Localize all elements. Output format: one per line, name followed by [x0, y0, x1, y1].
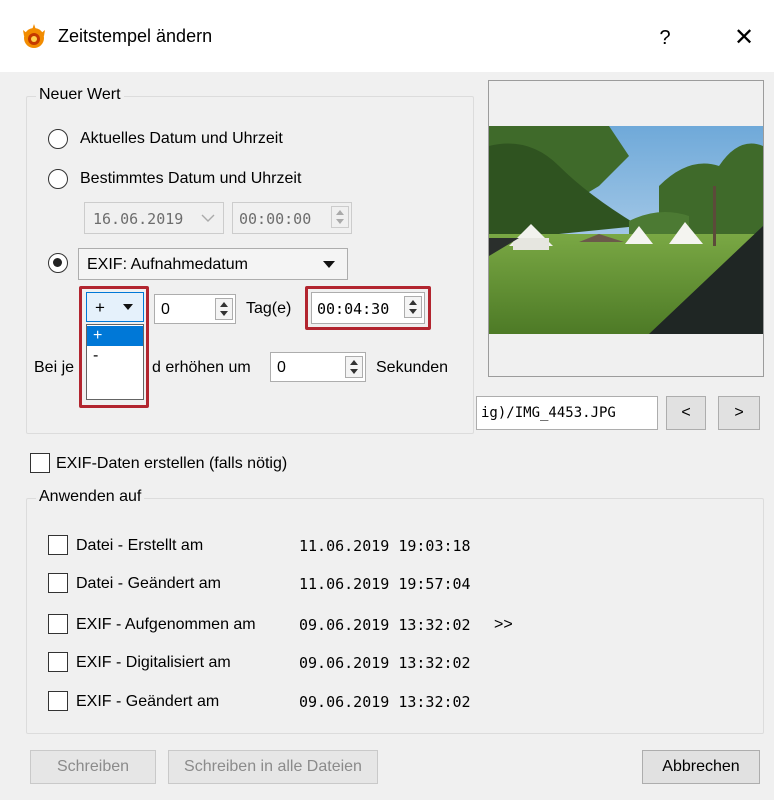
apply-exif-taken-copy-button[interactable]: >>: [494, 616, 513, 634]
cancel-button[interactable]: Abbrechen: [642, 750, 760, 784]
app-logo-icon: [23, 24, 45, 48]
sign-dropdown-list: + -: [86, 324, 144, 400]
next-image-button[interactable]: >: [718, 396, 760, 430]
close-button[interactable]: ✕: [722, 20, 766, 56]
image-preview-frame: [488, 80, 764, 377]
radio-specific-datetime-label: Bestimmtes Datum und Uhrzeit: [80, 170, 302, 187]
apply-exif-taken-label: EXIF - Aufgenommen am: [76, 616, 256, 633]
exif-source-combo[interactable]: EXIF: Aufnahmedatum: [78, 248, 348, 280]
exif-source-value: EXIF: Aufnahmedatum: [87, 256, 248, 273]
days-spinbox[interactable]: 0: [154, 294, 236, 324]
sign-combo[interactable]: +: [86, 292, 144, 322]
offset-time-value: 00:04:30: [317, 300, 390, 318]
specific-time-spin-buttons[interactable]: [331, 206, 349, 228]
sign-option-minus[interactable]: -: [87, 346, 143, 366]
filename-field[interactable]: ig)/IMG_4453.JPG: [476, 396, 658, 430]
window-title: Zeitstempel ändern: [58, 26, 213, 46]
radio-current-datetime[interactable]: [48, 129, 68, 149]
apply-exif-digitized-label: EXIF - Digitalisiert am: [76, 654, 231, 671]
sign-option-plus[interactable]: +: [87, 326, 143, 346]
increment-prefix-label: Bei je: [34, 359, 75, 376]
apply-to-legend: Anwenden auf: [36, 488, 145, 506]
increment-spin-buttons[interactable]: [345, 356, 363, 378]
apply-file-modified-label: Datei - Geändert am: [76, 575, 221, 592]
specific-time-spinbox[interactable]: 00:00:00: [232, 202, 352, 234]
help-button[interactable]: ?: [645, 20, 685, 56]
apply-file-created-label: Datei - Erstellt am: [76, 537, 204, 554]
radio-specific-datetime[interactable]: [48, 169, 68, 189]
days-spin-buttons[interactable]: [215, 298, 233, 320]
apply-exif-digitized-checkbox[interactable]: [48, 652, 68, 672]
photo-preview: [489, 126, 763, 334]
apply-exif-modified-label: EXIF - Geändert am: [76, 693, 220, 710]
create-exif-checkbox[interactable]: [30, 453, 50, 473]
days-label: Tag(e): [246, 300, 292, 317]
apply-exif-modified-checkbox[interactable]: [48, 691, 68, 711]
increment-value: 0: [277, 359, 286, 376]
offset-time-spinbox[interactable]: 00:04:30: [311, 292, 425, 324]
chevron-down-icon: [123, 304, 133, 310]
increment-spinbox[interactable]: 0: [270, 352, 366, 382]
apply-exif-taken-value: 09.06.2019 13:32:02: [299, 616, 471, 634]
prev-image-button[interactable]: <: [666, 396, 706, 430]
apply-file-created-value: 11.06.2019 19:03:18: [299, 537, 471, 555]
apply-exif-modified-value: 09.06.2019 13:32:02: [299, 693, 471, 711]
write-button[interactable]: Schreiben: [30, 750, 156, 784]
specific-time-value: 00:00:00: [239, 210, 312, 228]
apply-exif-digitized-value: 09.06.2019 13:32:02: [299, 654, 471, 672]
apply-file-created-checkbox[interactable]: [48, 535, 68, 555]
chevron-down-icon: [323, 261, 335, 268]
radio-current-datetime-label: Aktuelles Datum und Uhrzeit: [80, 130, 283, 147]
new-value-legend: Neuer Wert: [36, 86, 124, 104]
write-all-button[interactable]: Schreiben in alle Dateien: [168, 750, 378, 784]
increment-unit-label: Sekunden: [376, 359, 449, 376]
radio-exif-source[interactable]: [48, 253, 68, 273]
days-value: 0: [161, 301, 170, 318]
specific-date-value: 16.06.2019: [93, 210, 184, 228]
sign-combo-value: +: [95, 298, 105, 317]
create-exif-label: EXIF-Daten erstellen (falls nötig): [56, 455, 288, 472]
apply-file-modified-checkbox[interactable]: [48, 573, 68, 593]
specific-date-picker[interactable]: 16.06.2019: [84, 202, 224, 234]
apply-exif-taken-checkbox[interactable]: [48, 614, 68, 634]
apply-file-modified-value: 11.06.2019 19:57:04: [299, 575, 471, 593]
increment-middle-label: d erhöhen um: [152, 359, 251, 376]
offset-time-spin-buttons[interactable]: [404, 296, 422, 318]
filename-value: ig)/IMG_4453.JPG: [481, 405, 616, 421]
chevron-down-icon: [201, 214, 215, 222]
